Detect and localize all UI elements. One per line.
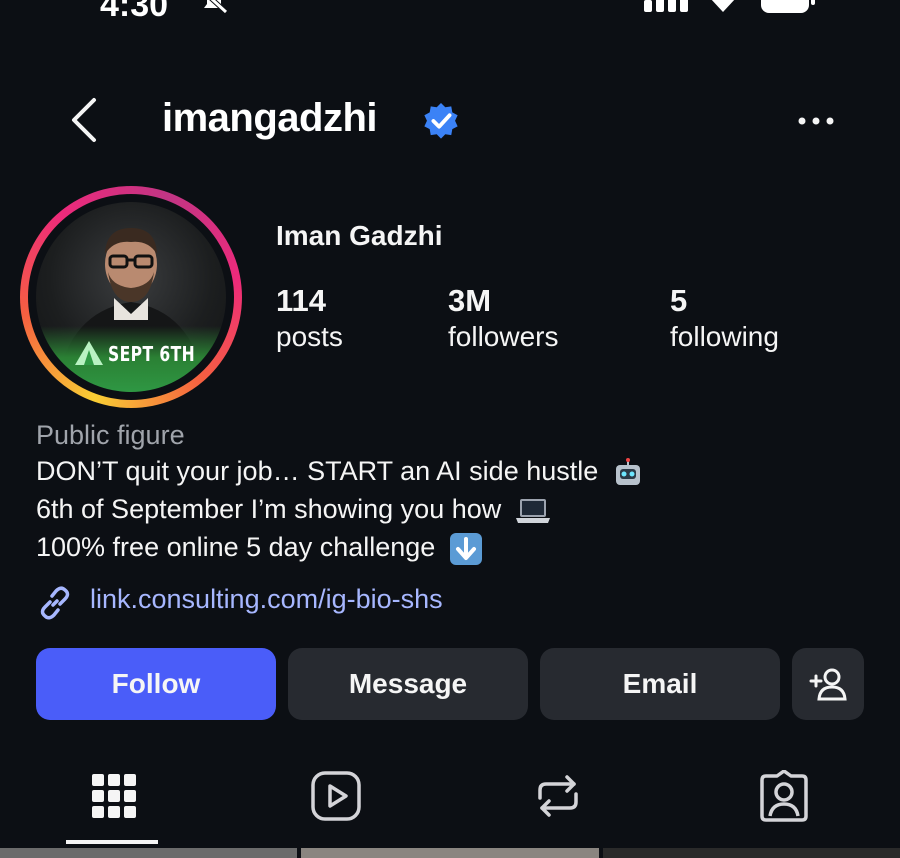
status-time: 4:30 [100,0,169,24]
profile-full-name: Iman Gadzhi [276,220,443,251]
follow-button[interactable]: Follow [36,648,276,720]
tent-logo-icon [75,341,103,365]
stat-posts-value: 114 [276,283,327,318]
avatar: SEPT 6TH [36,202,226,392]
grid-icon[interactable] [88,770,140,822]
bio-link-text[interactable]: link.consulting.com/ig-bio-shs [90,584,443,615]
active-tab-indicator [66,840,158,844]
suggested-people-button[interactable] [792,648,864,720]
email-button[interactable]: Email [540,648,780,720]
stat-following-label: following [670,321,779,352]
reels-icon[interactable] [310,770,362,822]
down-arrow-emoji-icon [449,533,482,565]
more-options-icon[interactable] [796,110,836,132]
post-thumbnail[interactable] [602,848,900,858]
stat-following[interactable]: 5 following [670,282,779,354]
profile-category: Public figure [36,420,185,450]
verified-badge-icon [424,102,458,139]
bio-line-2: 6th of September I’m showing you how [36,494,551,526]
post-thumbnail[interactable] [301,848,599,858]
bell-muted-icon [204,0,228,14]
bio-line-2-text: 6th of September I’m showing you how [36,494,502,524]
back-chevron-icon[interactable] [68,96,100,144]
robot-emoji-icon [615,457,640,485]
stat-followers-value: 3M [448,283,492,318]
post-thumbnail[interactable] [0,848,298,858]
signal-icon [644,0,688,12]
stat-followers[interactable]: 3M followers [448,282,558,354]
avatar-badge-text: SEPT 6TH [108,342,196,366]
laptop-emoji-icon [515,498,550,523]
bio-line-1-text: DON’T quit your job… START an AI side hu… [36,456,599,486]
reposts-icon[interactable] [532,770,584,822]
message-button[interactable]: Message [288,648,528,720]
tagged-icon[interactable] [758,770,810,822]
profile-username: imangadzhi [162,96,378,140]
stat-posts-label: posts [276,321,343,352]
bio-line-1: DON’T quit your job… START an AI side hu… [36,456,644,489]
add-person-icon [809,668,847,701]
avatar-story-ring[interactable]: SEPT 6TH [20,186,242,408]
stat-posts[interactable]: 114 posts [276,282,343,354]
status-bar: 4:30 [0,0,900,24]
stat-followers-label: followers [448,321,559,352]
post-grid [0,848,900,858]
wifi-icon [711,0,735,12]
battery-icon [761,0,815,13]
bio-line-3: 100% free online 5 day challenge [36,532,483,566]
link-chain-icon [40,586,70,620]
bio-line-3-text: 100% free online 5 day challenge [36,532,436,563]
stat-following-value: 5 [670,283,688,318]
